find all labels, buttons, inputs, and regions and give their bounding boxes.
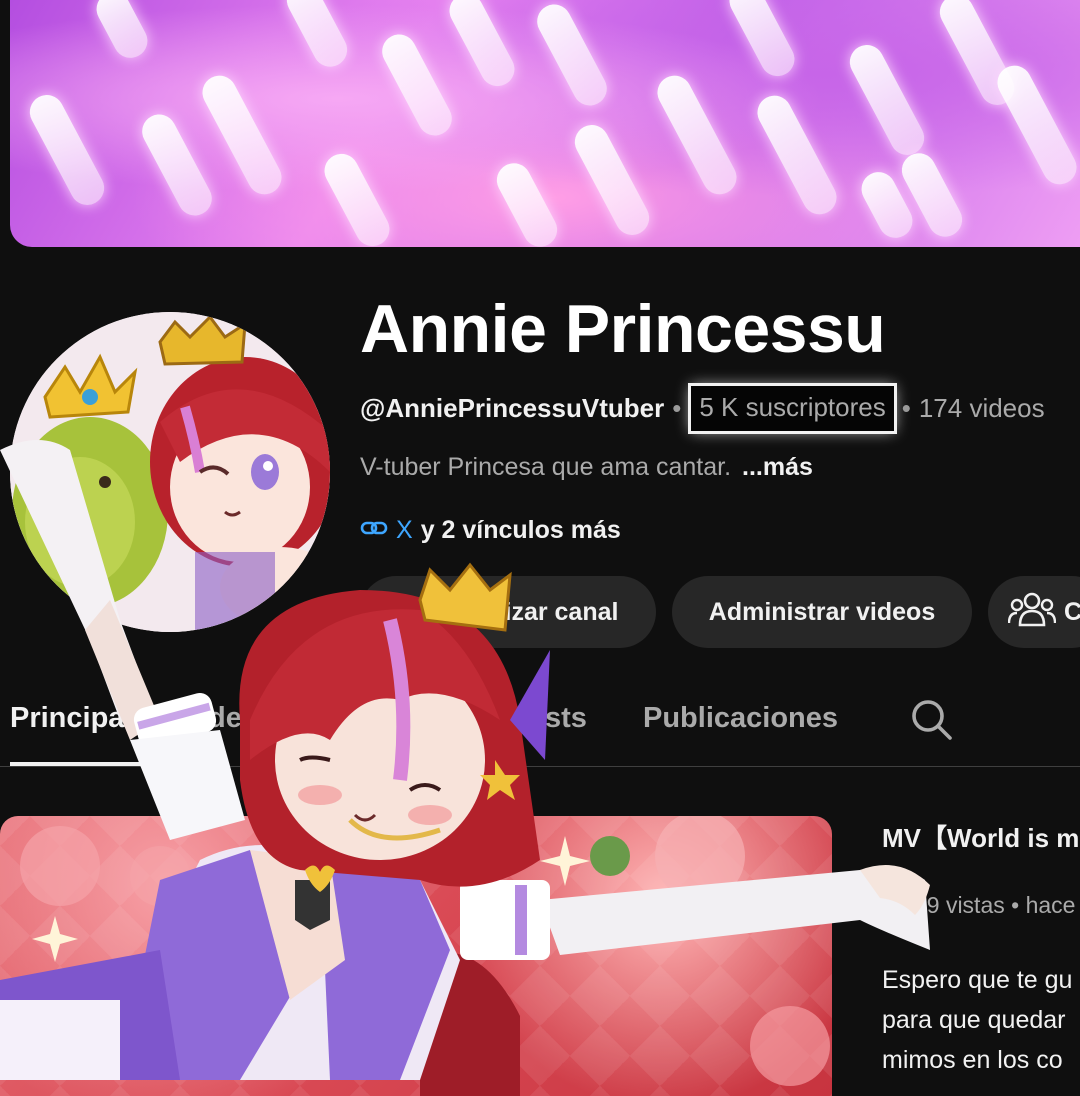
link-icon (360, 516, 388, 545)
third-action-label: C (1064, 597, 1080, 626)
search-icon[interactable] (910, 698, 954, 747)
more-links[interactable]: y 2 vínculos más (421, 516, 621, 545)
video-count: 174 videos (918, 393, 1045, 423)
manage-videos-label: Administrar videos (708, 597, 936, 626)
description-line: para que quedar (882, 1006, 1066, 1034)
customize-channel-label: lizar canal (497, 597, 619, 626)
description-text: V-tuber Princesa que ama cantar. (360, 453, 732, 481)
tab-videos[interactable]: ide (200, 702, 242, 735)
meta-separator: • (901, 393, 911, 423)
tab-shorts[interactable]: sts (545, 702, 587, 735)
third-action-button[interactable]: C (988, 576, 1080, 648)
description-line: mimos en los co (882, 1046, 1063, 1074)
featured-video-thumbnail[interactable] (0, 816, 832, 1096)
avatar-illustration (10, 312, 330, 632)
tab-publicaciones[interactable]: Publicaciones (643, 702, 838, 735)
tabs-divider (0, 766, 1080, 767)
tab-principal[interactable]: Principal (10, 702, 133, 735)
description-line: Espero que te gu (882, 966, 1073, 994)
channel-description[interactable]: V-tuber Princesa que ama cantar. ...más (360, 453, 813, 482)
channel-handle[interactable]: @AnniePrincessuVtuber (360, 393, 664, 424)
channel-meta-row: @AnniePrincessuVtuber • 5 K suscriptores… (360, 383, 1045, 434)
x-link[interactable]: X (396, 516, 413, 545)
channel-links[interactable]: X y 2 vínculos más (360, 516, 621, 545)
featured-video-title[interactable]: MV【World is m (882, 818, 1079, 855)
featured-video-description: Espero que te gu para que quedar mimos e… (882, 960, 1072, 1080)
channel-banner (10, 0, 1080, 247)
channel-name: Annie Princessu (360, 291, 886, 367)
meta-separator: • (672, 393, 682, 423)
channel-avatar[interactable] (10, 312, 330, 632)
manage-videos-button[interactable]: Administrar videos (672, 576, 972, 648)
customize-channel-button[interactable]: lizar canal (360, 576, 656, 648)
subscriber-count: 5 K suscriptores (688, 383, 897, 434)
featured-video-meta: 1,569 vistas • hace (882, 892, 1076, 918)
people-icon (1007, 589, 1057, 636)
more-link[interactable]: ...más (742, 453, 813, 481)
